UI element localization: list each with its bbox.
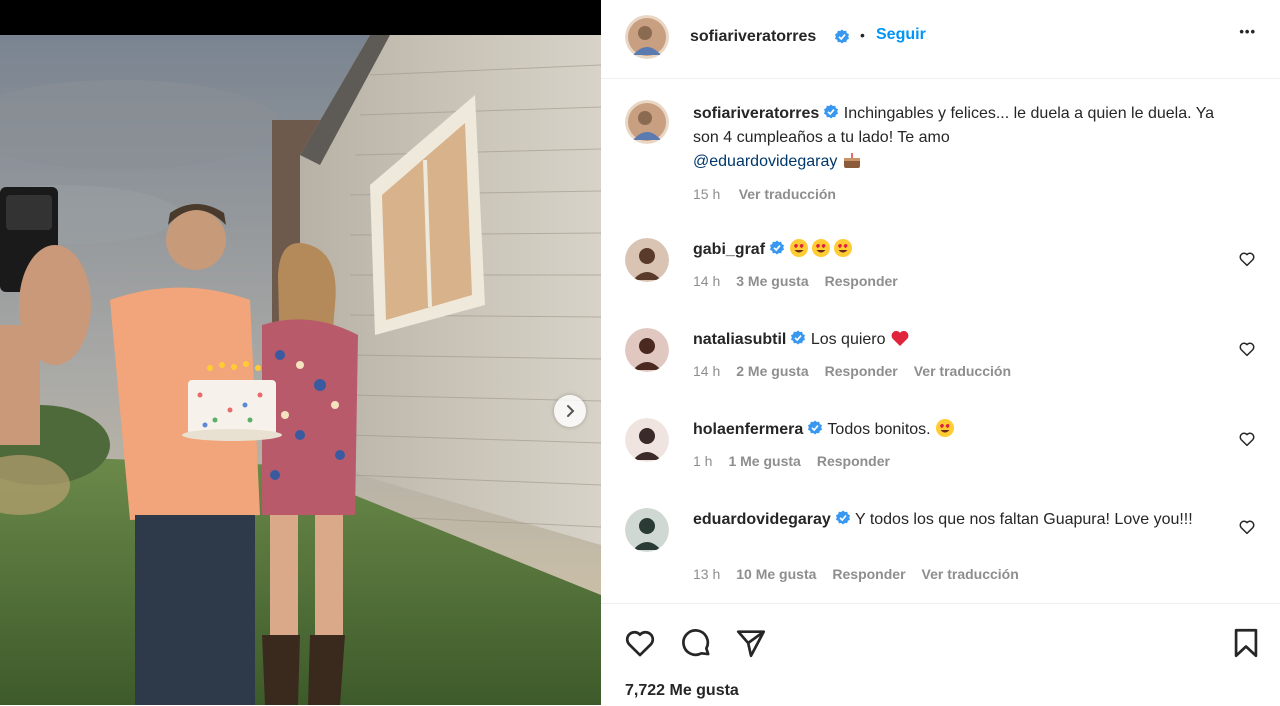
comment-likes[interactable]: 10 Me gusta <box>736 566 816 582</box>
comment-like-heart-icon[interactable] <box>1238 340 1256 358</box>
comment-likes[interactable]: 3 Me gusta <box>736 273 808 289</box>
commenter-avatar[interactable] <box>625 238 669 282</box>
comment-likes[interactable]: 1 Me gusta <box>728 453 800 469</box>
comment-translate-link[interactable]: Ver traducción <box>922 566 1019 582</box>
commenter-avatar[interactable] <box>625 328 669 372</box>
comment-like-heart-icon[interactable] <box>1238 250 1256 268</box>
comment-time: 1 h <box>693 453 713 469</box>
commenter-avatar[interactable] <box>625 508 669 552</box>
comment-reply-button[interactable]: Responder <box>825 363 898 379</box>
comment-likes[interactable]: 2 Me gusta <box>736 363 808 379</box>
comment-row: gabi_graf 14 h 3 Me gusta Responder <box>601 236 1280 316</box>
follow-button[interactable]: Seguir <box>876 26 926 44</box>
verified-badge-icon <box>824 104 839 119</box>
commenter-username[interactable]: holaenfermera <box>693 421 803 438</box>
like-heart-icon[interactable] <box>623 626 657 660</box>
caption-author-avatar[interactable] <box>625 100 669 144</box>
heart-eyes-emoji-icon <box>834 239 853 257</box>
more-options-icon[interactable]: ••• <box>1239 24 1256 39</box>
comment-time: 14 h <box>693 363 721 379</box>
verified-badge-icon <box>770 240 785 255</box>
verified-badge-icon <box>791 330 806 345</box>
comment-row: holaenfermera Todos bonitos. 1 h 1 Me gus… <box>601 416 1280 496</box>
comment-body: nataliasubtil Los quiero <box>693 328 1233 352</box>
caption-time: 15 h <box>693 186 721 202</box>
author-avatar[interactable] <box>625 15 669 59</box>
post-header: sofiariveratorres • Seguir ••• <box>601 0 1280 79</box>
comment-reply-button[interactable]: Responder <box>832 566 905 582</box>
comment-text: Los quiero <box>810 331 886 348</box>
heart-eyes-emoji-icon <box>790 239 809 257</box>
chevron-right-icon <box>567 405 575 417</box>
comment-row: eduardovidegaray Y todos los que nos fal… <box>601 506 1280 596</box>
verified-badge-icon <box>835 29 849 44</box>
comment-meta: 14 h 2 Me gusta Responder Ver traducción <box>693 363 1011 381</box>
heart-eyes-emoji-icon <box>936 419 955 437</box>
caption-meta: 15 h Ver traducción <box>693 186 836 204</box>
caption-mention-link[interactable]: @eduardovidegaray <box>693 153 837 170</box>
header-separator: • <box>860 27 865 43</box>
caption-translate-link[interactable]: Ver traducción <box>739 186 836 202</box>
verified-badge-icon <box>808 420 823 435</box>
comment-time: 13 h <box>693 566 721 582</box>
verified-badge-icon <box>835 510 850 525</box>
post-photo-panel <box>0 0 601 705</box>
comment-like-heart-icon[interactable] <box>1238 518 1256 536</box>
commenter-username[interactable]: eduardovidegaray <box>693 511 831 528</box>
comment-like-heart-icon[interactable] <box>1238 430 1256 448</box>
action-bar: 7,722 Me gusta <box>601 603 1280 706</box>
comment-meta: 13 h 10 Me gusta Responder Ver traducción <box>693 566 1019 584</box>
likes-count[interactable]: 7,722 Me gusta <box>625 682 739 700</box>
comment-meta: 14 h 3 Me gusta Responder <box>693 273 898 291</box>
comment-time: 14 h <box>693 273 721 289</box>
share-send-icon[interactable] <box>734 626 768 660</box>
comment-text: Y todos los que nos faltan Guapura! Love… <box>854 511 1193 528</box>
comment-meta: 1 h 1 Me gusta Responder <box>693 453 890 471</box>
comment-bubble-icon[interactable] <box>679 626 713 660</box>
commenter-avatar[interactable] <box>625 418 669 462</box>
next-photo-button[interactable] <box>554 395 586 427</box>
author-username[interactable]: sofiariveratorres <box>690 28 816 46</box>
heart-eyes-emoji-icon <box>812 239 831 257</box>
comment-body: gabi_graf <box>693 238 1233 262</box>
caption-username[interactable]: sofiariveratorres <box>693 105 819 122</box>
comment-reply-button[interactable]: Responder <box>825 273 898 289</box>
comment-reply-button[interactable]: Responder <box>817 453 890 469</box>
red-heart-emoji-icon <box>891 330 909 346</box>
comment-text: Todos bonitos. <box>827 421 931 438</box>
comment-row: nataliasubtil Los quiero 14 h 2 Me gusta R… <box>601 326 1280 406</box>
comment-body: holaenfermera Todos bonitos. <box>693 418 1233 442</box>
caption-body: sofiariveratorres Inchingables y felices… <box>693 102 1233 174</box>
post-caption: sofiariveratorres Inchingables y felices… <box>601 100 1280 210</box>
commenter-username[interactable]: gabi_graf <box>693 241 765 258</box>
cake-emoji-icon <box>843 153 860 168</box>
comment-body: eduardovidegaray Y todos los que nos fal… <box>693 508 1233 532</box>
comment-translate-link[interactable]: Ver traducción <box>914 363 1011 379</box>
post-photo <box>0 35 601 705</box>
post-side-panel: sofiariveratorres • Seguir ••• sofiarive… <box>601 0 1280 705</box>
save-bookmark-icon[interactable] <box>1229 626 1263 660</box>
commenter-username[interactable]: nataliasubtil <box>693 331 786 348</box>
